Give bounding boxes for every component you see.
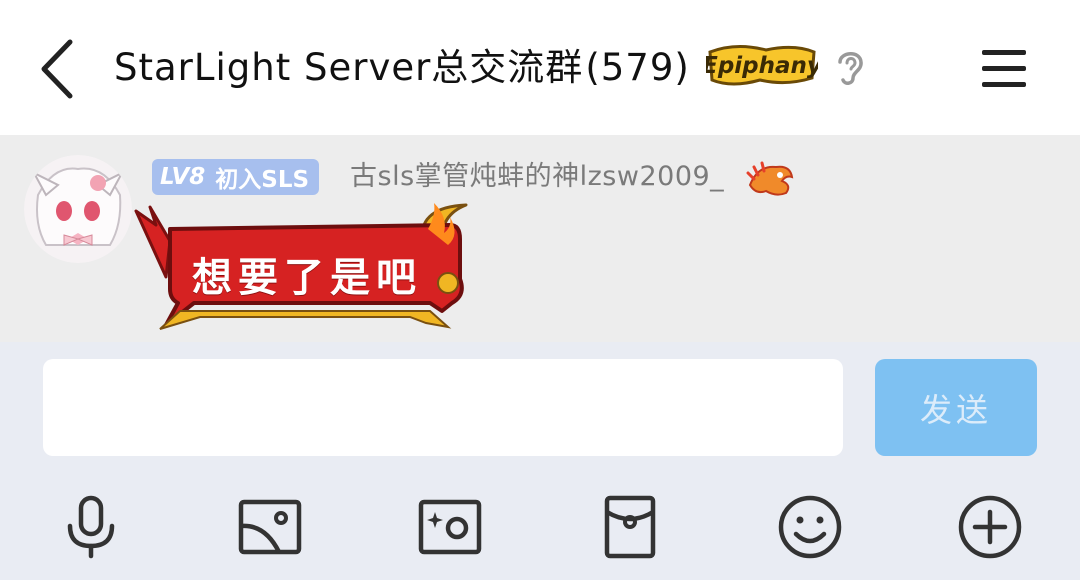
message-text: 想要了是吧	[192, 255, 422, 301]
voice-button[interactable]	[56, 492, 126, 562]
member-count: (579)	[585, 46, 690, 89]
image-icon	[238, 499, 302, 555]
photo-button[interactable]	[235, 492, 305, 562]
group-badge-epiphany: Epiphany	[702, 40, 823, 90]
microphone-icon	[67, 495, 115, 559]
avatar[interactable]	[24, 155, 132, 263]
ear-icon	[838, 52, 863, 85]
back-arrow-icon	[41, 39, 73, 99]
hamburger-menu-icon	[982, 50, 1026, 87]
chat-header: StarLight Server总交流群(579) Epiphany	[0, 0, 1080, 135]
level-title: 初入SLS	[215, 167, 310, 193]
message-list[interactable]: LV8 初入SLS 古sls掌管炖蚌的神lzsw2009_ 想要了是吧	[0, 135, 1080, 342]
camera-icon	[418, 499, 482, 555]
level-text: LV8	[160, 164, 206, 190]
sender-name[interactable]: 古sls掌管炖蚌的神lzsw2009_	[350, 159, 724, 195]
emoji-icon	[778, 495, 842, 559]
dragon-icon	[746, 155, 796, 199]
level-badge: LV8 初入SLS	[152, 159, 320, 195]
ear-mode-button[interactable]	[832, 46, 868, 88]
red-packet-icon	[604, 495, 656, 559]
plus-icon	[958, 495, 1022, 559]
group-name: StarLight Server总交流群	[114, 46, 584, 89]
emoji-button[interactable]	[775, 492, 845, 562]
more-button[interactable]	[955, 492, 1025, 562]
group-title: StarLight Server总交流群(579)	[114, 40, 690, 96]
composer-bar: 发送	[0, 342, 1080, 580]
group-badge-text: Epiphany	[706, 53, 818, 79]
message-input[interactable]	[43, 359, 843, 456]
back-button[interactable]	[30, 34, 90, 104]
menu-button[interactable]	[978, 44, 1030, 92]
send-button[interactable]: 发送	[875, 359, 1037, 456]
red-packet-button[interactable]	[595, 492, 665, 562]
camera-button[interactable]	[415, 492, 485, 562]
